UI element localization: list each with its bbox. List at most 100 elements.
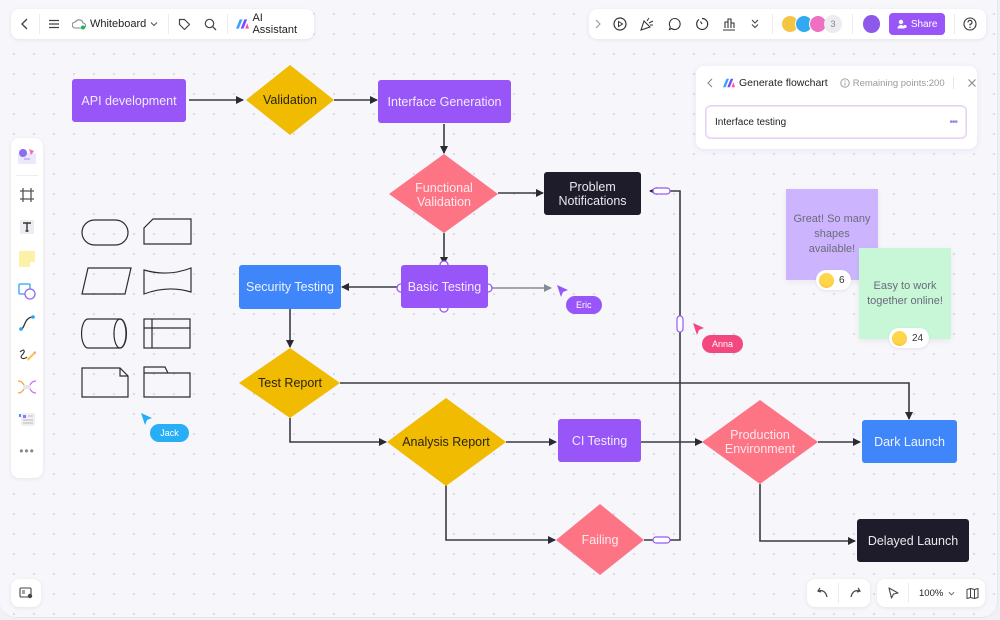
sticky-note-icon [19, 251, 35, 267]
node-basic-testing[interactable]: Basic Testing [401, 265, 488, 308]
tool-templates[interactable] [11, 140, 43, 172]
chevron-down-icon [948, 591, 955, 595]
node-analysis-report[interactable]: Analysis Report [396, 432, 496, 452]
reaction-badge[interactable]: 6 [816, 270, 851, 290]
comment-button[interactable] [661, 9, 688, 39]
tag-button[interactable] [171, 9, 197, 39]
share-label: Share [910, 18, 938, 30]
reaction-badge[interactable]: 24 [889, 328, 930, 348]
close-icon[interactable] [967, 78, 977, 88]
zoom-level: 100% [919, 587, 944, 599]
present-button[interactable] [607, 9, 634, 39]
node-production-environment[interactable]: Production Environment [715, 428, 805, 456]
map-view-button[interactable] [961, 579, 983, 607]
search-icon [204, 18, 217, 30]
tool-frame[interactable] [11, 179, 43, 211]
sticky-note[interactable]: Easy to work together online! [859, 248, 951, 339]
templates-icon [18, 149, 36, 164]
node-label: Test Report [258, 376, 322, 390]
collaborators[interactable]: 3 [780, 15, 842, 33]
tool-sticky-note[interactable] [11, 243, 43, 275]
connector-handle [676, 315, 684, 333]
node-dark-launch[interactable]: Dark Launch [862, 420, 957, 463]
node-functional-validation[interactable]: Functional Validation [404, 181, 484, 209]
divider [168, 14, 170, 34]
tool-mindmap[interactable] [11, 371, 43, 403]
cursor-tag-eric: Eric [566, 296, 602, 314]
node-test-report[interactable]: Test Report [250, 373, 330, 393]
celebrate-button[interactable] [634, 9, 661, 39]
collapse-toolbar-button[interactable] [589, 9, 607, 39]
node-delayed-launch[interactable]: Delayed Launch [857, 519, 969, 562]
shape-document-page [81, 367, 129, 398]
connector [445, 485, 556, 544]
redo-button[interactable] [839, 579, 870, 607]
table-icon [19, 413, 35, 426]
ai-logo-icon [236, 19, 250, 29]
current-user-avatar[interactable] [862, 15, 881, 33]
prompt-input[interactable]: Interface testing ••• [705, 105, 967, 139]
chevron-right-icon [595, 19, 601, 29]
board-name-dropdown[interactable]: Whiteboard [68, 9, 162, 39]
node-label: Production Environment [724, 428, 796, 456]
tool-shapes[interactable] [11, 275, 43, 307]
tool-table[interactable] [11, 403, 43, 435]
shape-card [143, 218, 192, 245]
ai-assistant-label: AI Assistant [252, 12, 298, 36]
zoom-level-dropdown[interactable]: 100% [909, 579, 961, 607]
back-button[interactable] [11, 9, 39, 39]
cursor-name: Eric [576, 300, 592, 310]
help-button[interactable] [955, 9, 986, 39]
node-ci-testing[interactable]: CI Testing [558, 419, 641, 462]
menu-button[interactable] [40, 9, 68, 39]
celebrate-icon [640, 17, 654, 31]
info-icon [840, 78, 850, 88]
divider [952, 77, 954, 89]
select-tool-button[interactable] [877, 579, 908, 607]
undo-button[interactable] [807, 579, 838, 607]
node-api-development[interactable]: API development [72, 79, 186, 122]
outline-panel-icon [19, 587, 33, 599]
node-failing[interactable]: Failing [570, 530, 630, 550]
node-label: Delayed Launch [867, 533, 959, 548]
ai-assistant-button[interactable]: AI Assistant [228, 9, 314, 39]
node-interface-generation[interactable]: Interface Generation [378, 80, 511, 123]
cloud-sync-icon [71, 19, 86, 30]
vote-button[interactable] [715, 9, 742, 39]
top-right-toolbar: 3 Share [589, 9, 986, 39]
frame-icon [20, 188, 34, 202]
shape-tape [143, 267, 192, 295]
node-security-testing[interactable]: Security Testing [239, 265, 341, 309]
connector-handle [652, 187, 671, 195]
chevron-left-icon[interactable] [706, 78, 714, 88]
node-label: API development [81, 93, 177, 108]
comment-icon [668, 17, 681, 31]
share-button[interactable]: Share [889, 13, 945, 35]
search-button[interactable] [197, 9, 223, 39]
chevron-down-icon [150, 22, 158, 27]
tool-text[interactable] [11, 211, 43, 243]
ai-logo-icon [723, 78, 735, 88]
cursor-eric-icon [557, 285, 568, 297]
cursor-name: Anna [712, 339, 734, 349]
top-left-toolbar: Whiteboard AI Assistant [11, 9, 314, 39]
star-eyes-emoji-icon [892, 330, 907, 346]
timer-button[interactable] [688, 9, 715, 39]
history-controls [807, 579, 870, 607]
minimap-toggle-button[interactable] [11, 579, 41, 607]
shape-library [80, 218, 192, 398]
tool-pen[interactable] [11, 339, 43, 371]
connector [644, 187, 681, 541]
node-problem-notifications[interactable]: Problem Notifications [544, 172, 641, 215]
extra-collaborators-count: 3 [823, 15, 842, 33]
node-label: Problem Notifications [558, 179, 627, 208]
reaction-count: 6 [839, 274, 845, 286]
vote-icon [723, 18, 736, 31]
connector-icon [19, 315, 35, 331]
tool-more[interactable]: ••• [11, 435, 43, 467]
tool-connector[interactable] [11, 307, 43, 339]
node-label: Validation [263, 93, 317, 107]
divider [851, 14, 853, 34]
more-tools-button[interactable] [743, 9, 768, 39]
node-validation[interactable]: Validation [250, 90, 330, 110]
